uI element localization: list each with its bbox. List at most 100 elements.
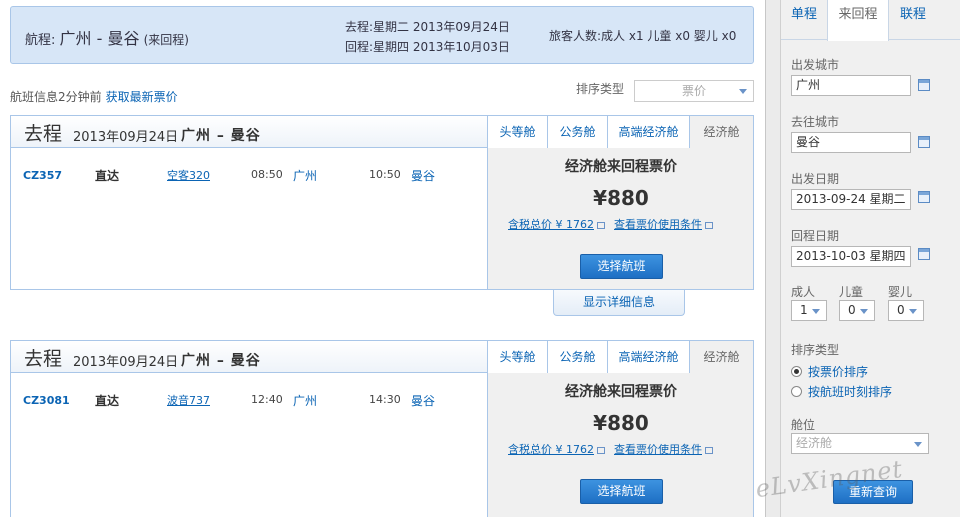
chevron-down-icon (914, 442, 922, 447)
external-link-icon (597, 221, 605, 229)
city-picker-icon[interactable] (918, 79, 930, 91)
price-title: 经济舱来回程票价 (565, 159, 677, 175)
sort-select-value: 票价 (681, 84, 706, 98)
flight-date: 2013年09月24日 (73, 130, 179, 145)
radio-selected-icon (791, 366, 802, 377)
external-link-icon (705, 221, 713, 229)
cabin-select-value: 经济舱 (796, 436, 833, 450)
sort-by-price-label: 按票价排序 (808, 365, 869, 379)
refresh-price-link[interactable]: 获取最新票价 (106, 90, 178, 104)
flight-card: 去程 2013年09月24日 广州 – 曼谷 头等舱 公务舱 高端经济舱 经济舱… (10, 115, 754, 290)
arrival-city: 曼谷 (411, 169, 436, 183)
radio-icon (791, 386, 802, 397)
aircraft-link[interactable]: 波音737 (167, 392, 210, 408)
departure-city: 广州 (293, 169, 318, 183)
sort-by-time-radio[interactable]: 按航班时刻排序 (791, 383, 892, 400)
flight-header: 去程 2013年09月24日 广州 – 曼谷 头等舱 公务舱 高端经济舱 经济舱 (11, 116, 753, 149)
sort-select[interactable]: 票价 (634, 80, 754, 102)
tab-one-way[interactable]: 单程 (781, 0, 827, 40)
adult-select[interactable]: 1 (791, 300, 827, 321)
flight-cities: 广州 – 曼谷 (181, 128, 261, 144)
arrival-city: 曼谷 (411, 394, 436, 408)
go-label: 去程 (24, 123, 63, 145)
search-panel: 单程 来回程 联程 出发城市 广州 去往城市 曼谷 出发日期 2013-09-2… (780, 0, 960, 517)
departure-time: 08:50 (251, 168, 283, 181)
tab-business[interactable]: 公务舱 (547, 116, 607, 149)
infant-label: 婴儿 (888, 285, 913, 299)
chevron-down-icon (909, 309, 917, 314)
external-link-icon (597, 446, 605, 454)
tab-first-class[interactable]: 头等舱 (487, 341, 547, 374)
flight-row: CZ357 直达 空客320 08:50 广州 10:50 曼谷 (11, 149, 487, 289)
flight-row: CZ3081 直达 波音737 12:40 广州 14:30 曼谷 (11, 374, 487, 514)
route-type: (来回程) (143, 33, 189, 47)
aircraft-link[interactable]: 空客320 (167, 167, 210, 183)
from-city-input[interactable]: 广州 (791, 75, 911, 96)
depart-date-input[interactable]: 2013-09-24 星期二 (791, 189, 911, 210)
arrival-time: 10:50 (369, 168, 401, 181)
search-sidebar: 单程 来回程 联程 出发城市 广州 去往城市 曼谷 出发日期 2013-09-2… (765, 0, 960, 517)
tab-round-trip[interactable]: 来回程 (827, 0, 889, 41)
child-select[interactable]: 0 (839, 300, 875, 321)
tab-premium-economy[interactable]: 高端经济舱 (607, 116, 689, 149)
route-info: 航程: 广州 - 曼谷 (来回程) (25, 25, 189, 49)
route-label: 航程: (25, 33, 56, 48)
child-select-value: 0 (848, 303, 856, 317)
tab-economy[interactable]: 经济舱 (689, 341, 753, 374)
arrival-time: 14:30 (369, 393, 401, 406)
info-bar: 航班信息2分钟前 获取最新票价 (10, 88, 178, 105)
fare-conditions-text: 查看票价使用条件 (614, 218, 702, 231)
tab-multi-city[interactable]: 联程 (889, 0, 937, 40)
from-city-label: 出发城市 (791, 58, 840, 72)
price-panel: 经济舱来回程票价 ¥880 含税总价 ¥ 1762 查看票价使用条件 选择航班 (487, 148, 753, 289)
show-details-button[interactable]: 显示详细信息 (553, 290, 685, 316)
departure-city: 广州 (293, 394, 318, 408)
results-area: 航程: 广州 - 曼谷 (来回程) 去程:星期二 2013年09月24日 回程:… (0, 0, 765, 517)
external-link-icon (705, 446, 713, 454)
route-cities: 广州 - 曼谷 (59, 29, 140, 48)
fare-conditions-link[interactable]: 查看票价使用条件 (614, 441, 713, 457)
adult-select-value: 1 (800, 303, 808, 317)
tax-total-link[interactable]: 含税总价 ¥ 1762 (508, 441, 605, 457)
calendar-icon[interactable] (918, 191, 930, 203)
select-flight-button[interactable]: 选择航班 (580, 479, 663, 504)
infant-select[interactable]: 0 (888, 300, 924, 321)
chevron-down-icon (812, 309, 820, 314)
tab-first-class[interactable]: 头等舱 (487, 116, 547, 149)
fare-conditions-link[interactable]: 查看票价使用条件 (614, 216, 713, 232)
chevron-down-icon (739, 89, 747, 94)
passenger-count: 旅客人数:成人 x1 儿童 x0 婴儿 x0 (549, 29, 737, 43)
flight-date: 2013年09月24日 (73, 355, 179, 370)
direct-label: 直达 (95, 394, 120, 408)
depart-date-line: 去程:星期二 2013年09月24日 (345, 20, 510, 34)
tax-total-link[interactable]: 含税总价 ¥ 1762 (508, 216, 605, 232)
trip-type-tabs: 单程 来回程 联程 (781, 0, 960, 41)
sort-by-time-label: 按航班时刻排序 (808, 385, 893, 399)
price-value: ¥880 (593, 411, 649, 435)
sort-type-label: 排序类型 (791, 343, 840, 357)
tab-economy[interactable]: 经济舱 (689, 116, 753, 149)
cabin-label: 舱位 (791, 418, 816, 432)
trip-summary: 航程: 广州 - 曼谷 (来回程) 去程:星期二 2013年09月24日 回程:… (10, 6, 754, 64)
go-label: 去程 (24, 348, 63, 370)
return-date-line: 回程:星期四 2013年10月03日 (345, 40, 510, 54)
tab-business[interactable]: 公务舱 (547, 341, 607, 374)
direct-label: 直达 (95, 169, 120, 183)
return-date-input[interactable]: 2013-10-03 星期四 (791, 246, 911, 267)
price-panel: 经济舱来回程票价 ¥880 含税总价 ¥ 1762 查看票价使用条件 选择航班 (487, 373, 753, 517)
sort-by-price-radio[interactable]: 按票价排序 (791, 363, 868, 380)
city-picker-icon[interactable] (918, 136, 930, 148)
update-time: 航班信息2分钟前 (10, 90, 102, 104)
calendar-icon[interactable] (918, 248, 930, 260)
fare-conditions-text: 查看票价使用条件 (614, 443, 702, 456)
select-flight-button[interactable]: 选择航班 (580, 254, 663, 279)
chevron-down-icon (860, 309, 868, 314)
departure-time: 12:40 (251, 393, 283, 406)
flight-card: 去程 2013年09月24日 广州 – 曼谷 头等舱 公务舱 高端经济舱 经济舱… (10, 340, 754, 517)
to-city-label: 去往城市 (791, 115, 840, 129)
trip-dates: 去程:星期二 2013年09月24日 回程:星期四 2013年10月03日 (345, 17, 510, 57)
adult-label: 成人 (791, 285, 816, 299)
tab-premium-economy[interactable]: 高端经济舱 (607, 341, 689, 374)
to-city-input[interactable]: 曼谷 (791, 132, 911, 153)
cabin-select[interactable]: 经济舱 (791, 433, 929, 454)
